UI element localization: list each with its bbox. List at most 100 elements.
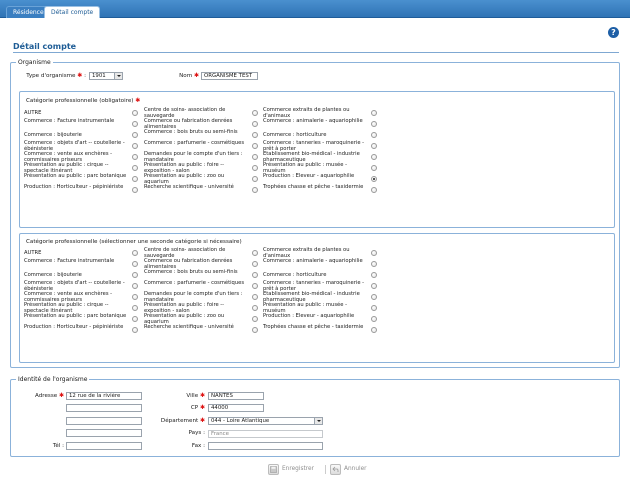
- tab-bar: Résidence Détail compte: [0, 0, 630, 18]
- nom-input[interactable]: ORGANISME TEST: [201, 72, 258, 80]
- category-option-radio[interactable]: [371, 176, 377, 182]
- tel-input[interactable]: [66, 442, 142, 450]
- categorie-obligatoire-title: Catégorie professionnelle (obligatoire) …: [26, 97, 141, 104]
- category-option-radio[interactable]: [371, 143, 377, 149]
- organisme-legend: Organisme: [16, 58, 53, 67]
- category-option-radio[interactable]: [132, 154, 138, 160]
- category-option-radio[interactable]: [252, 327, 258, 333]
- tab-detail-compte[interactable]: Détail compte: [44, 6, 101, 18]
- page-title: Détail compte: [13, 42, 77, 51]
- page: Résidence Détail compte ? Détail compte …: [0, 0, 630, 494]
- category-option-label: Trophées chasse et pêche - taxidermie: [263, 324, 364, 330]
- category-option-radio[interactable]: [252, 294, 258, 300]
- category-option-radio[interactable]: [252, 261, 258, 267]
- cancel-button[interactable]: Annuler: [330, 463, 367, 475]
- save-icon: [268, 463, 279, 475]
- cancel-icon: [330, 463, 341, 475]
- help-icon[interactable]: ?: [608, 27, 619, 38]
- category-option-radio[interactable]: [371, 294, 377, 300]
- category-option-label: Production : Eleveur - aquariophilie: [263, 173, 355, 179]
- category-option-label: Production : Eleveur - aquariophilie: [263, 313, 355, 319]
- category-option-radio[interactable]: [252, 165, 258, 171]
- departement-select[interactable]: 044 - Loire Atlantique: [208, 417, 323, 425]
- category-option-radio[interactable]: [371, 154, 377, 160]
- category-option-radio[interactable]: [371, 187, 377, 193]
- category-option-radio[interactable]: [132, 261, 138, 267]
- category-option-label: Production : Horticulteur - pépiniériste: [24, 184, 124, 190]
- category-option-radio[interactable]: [132, 176, 138, 182]
- category-option-radio[interactable]: [371, 250, 377, 256]
- adresse-line-2-input[interactable]: [66, 404, 142, 412]
- category-option-radio[interactable]: [371, 261, 377, 267]
- pays-label: Pays :: [188, 430, 205, 436]
- category-option-radio[interactable]: [252, 121, 258, 127]
- category-option-radio[interactable]: [132, 187, 138, 193]
- cp-input[interactable]: 44000: [208, 404, 264, 412]
- nom-label: Nom ✱: [179, 72, 199, 79]
- category-option-radio[interactable]: [252, 176, 258, 182]
- category-option-radio[interactable]: [371, 327, 377, 333]
- category-option-radio[interactable]: [252, 110, 258, 116]
- category-option-radio[interactable]: [132, 110, 138, 116]
- category-option-label: Recherche scientifique - université: [144, 324, 234, 330]
- category-option-label: Commerce : animalerie - aquariophilie: [263, 118, 363, 124]
- category-option-radio[interactable]: [132, 327, 138, 333]
- ville-label: Ville ✱: [186, 392, 205, 399]
- adresse-line-1-input[interactable]: 12 rue de la rivière: [66, 392, 142, 400]
- category-option-label: Commerce : bijouterie: [24, 132, 82, 138]
- category-option-radio[interactable]: [252, 272, 258, 278]
- categorie-seconde-title: Catégorie professionnelle (sélectionner …: [26, 239, 242, 245]
- category-option-radio[interactable]: [252, 143, 258, 149]
- adresse-line-4-input[interactable]: [66, 429, 142, 437]
- category-option-radio[interactable]: [371, 165, 377, 171]
- category-option-radio[interactable]: [371, 283, 377, 289]
- category-option-label: Commerce : animalerie - aquariophilie: [263, 258, 363, 264]
- category-option-label: Présentation au public : parc botanique: [24, 173, 127, 179]
- category-option-radio[interactable]: [252, 305, 258, 311]
- category-option-radio[interactable]: [252, 250, 258, 256]
- category-option-label: Commerce : Facture instrumentale: [24, 258, 115, 264]
- category-option-radio[interactable]: [371, 305, 377, 311]
- type-organisme-select[interactable]: 1901: [89, 72, 123, 80]
- category-option-radio[interactable]: [252, 154, 258, 160]
- save-button[interactable]: Enregistrer: [268, 463, 314, 475]
- adresse-label: Adresse ✱: [35, 392, 64, 399]
- category-option-label: Recherche scientifique - université: [144, 184, 234, 190]
- category-option-radio[interactable]: [371, 121, 377, 127]
- type-organisme-label: Type d'organisme ✱ :: [26, 72, 86, 79]
- category-option-label: Présentation au public : parc botanique: [24, 313, 127, 319]
- identite-legend: Identité de l'organisme: [16, 375, 90, 384]
- category-option-radio[interactable]: [132, 121, 138, 127]
- category-option-radio[interactable]: [132, 250, 138, 256]
- category-option-radio[interactable]: [252, 132, 258, 138]
- ville-input[interactable]: NANTES: [208, 392, 264, 400]
- pays-input[interactable]: France: [208, 430, 323, 438]
- category-option-radio[interactable]: [132, 165, 138, 171]
- category-option-radio[interactable]: [252, 187, 258, 193]
- fax-input[interactable]: [208, 442, 323, 450]
- category-option-label: Commerce : parfumerie - cosmétiques: [144, 140, 245, 146]
- adresse-line-3-input[interactable]: [66, 417, 142, 425]
- category-option-label: Commerce : parfumerie - cosmétiques: [144, 280, 245, 286]
- category-option-label: Commerce : bijouterie: [24, 272, 82, 278]
- category-option-radio[interactable]: [252, 316, 258, 322]
- category-option-radio[interactable]: [132, 143, 138, 149]
- category-option-label: Commerce : bois bruts ou semi-finis: [144, 129, 238, 135]
- category-option-label: Commerce : horticulture: [263, 272, 327, 278]
- category-option-radio[interactable]: [132, 132, 138, 138]
- category-option-radio[interactable]: [371, 316, 377, 322]
- category-option-label: Commerce : horticulture: [263, 132, 327, 138]
- category-option-radio[interactable]: [132, 283, 138, 289]
- category-option-label: Trophées chasse et pêche - taxidermie: [263, 184, 364, 190]
- category-option-radio[interactable]: [371, 132, 377, 138]
- category-option-radio[interactable]: [371, 110, 377, 116]
- category-option-radio[interactable]: [132, 305, 138, 311]
- category-option-radio[interactable]: [252, 283, 258, 289]
- category-option-label: Commerce : Facture instrumentale: [24, 118, 115, 124]
- button-separator: [325, 465, 326, 474]
- chevron-down-icon: [314, 418, 322, 424]
- category-option-radio[interactable]: [132, 272, 138, 278]
- category-option-radio[interactable]: [132, 316, 138, 322]
- category-option-radio[interactable]: [371, 272, 377, 278]
- category-option-radio[interactable]: [132, 294, 138, 300]
